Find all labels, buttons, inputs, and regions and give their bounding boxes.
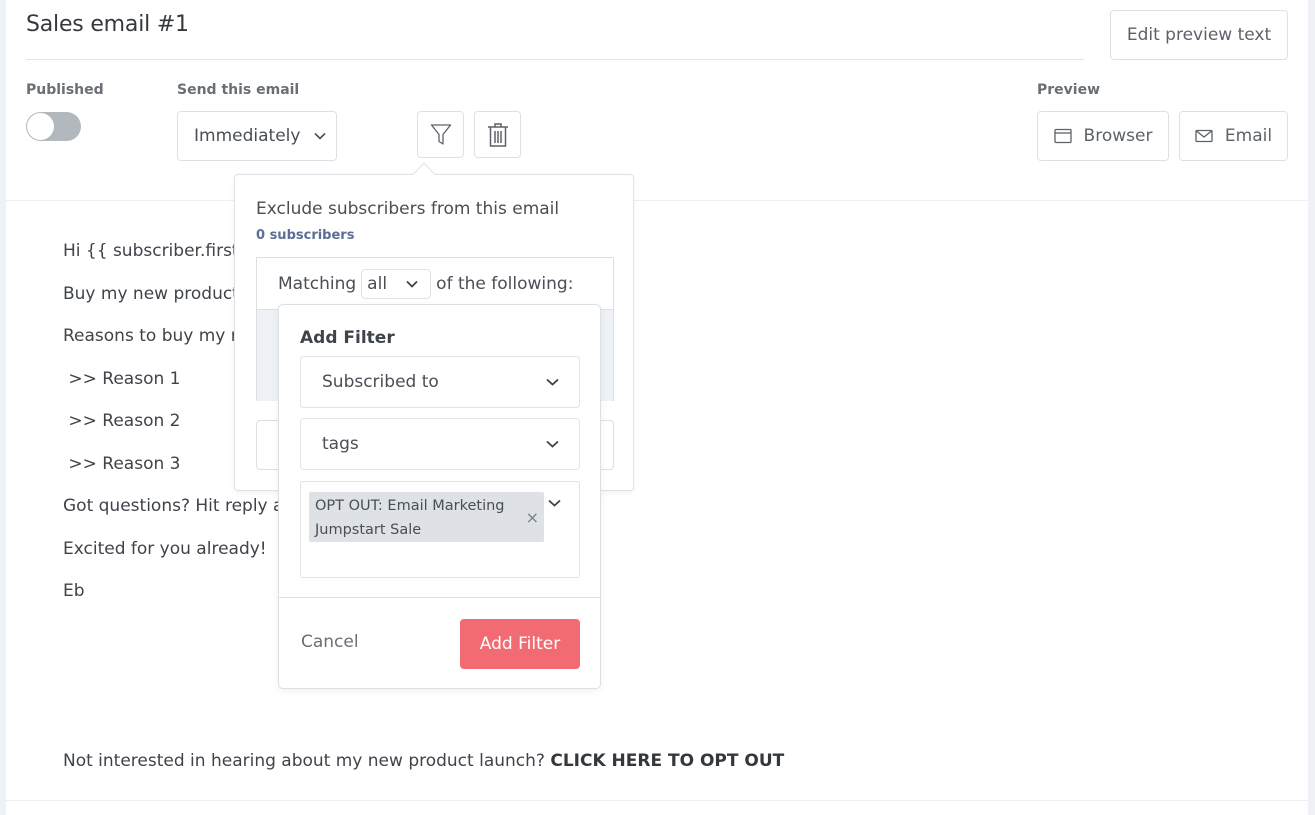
preview-label: Preview [1037, 82, 1101, 98]
chevron-down-icon [314, 132, 327, 140]
published-toggle[interactable] [26, 112, 81, 141]
cancel-button[interactable]: Cancel [301, 632, 359, 652]
filter-category-value: tags [322, 434, 359, 454]
selected-tag-chip: OPT OUT: Email Marketing Jumpstart Sale … [309, 492, 544, 542]
add-filter-submit-button[interactable]: Add Filter [460, 619, 580, 669]
delete-button[interactable] [474, 111, 521, 158]
add-filter-divider [279, 597, 600, 598]
send-this-email-label: Send this email [177, 82, 300, 98]
email-line: >> Reason 2 [63, 411, 181, 431]
email-line: >> Reason 1 [63, 369, 181, 389]
send-timing-value: Immediately [194, 126, 301, 146]
chevron-down-icon [406, 280, 418, 288]
email-line: >> Reason 3 [63, 454, 181, 474]
tag-multiselect[interactable]: OPT OUT: Email Marketing Jumpstart Sale … [300, 481, 580, 578]
email-line: Excited for you already! [63, 539, 267, 559]
footer-divider [6, 800, 1308, 801]
preview-browser-button[interactable]: Browser [1037, 111, 1169, 161]
chevron-down-icon[interactable] [548, 499, 561, 507]
email-line: Got questions? Hit reply ar [63, 496, 291, 516]
email-line: Eb [63, 581, 85, 601]
matching-mode-select[interactable]: all [361, 268, 432, 299]
chevron-down-icon [546, 378, 559, 386]
edit-preview-text-button[interactable]: Edit preview text [1110, 10, 1288, 60]
matching-prefix: Matching [278, 273, 357, 294]
filter-type-select[interactable]: Subscribed to [300, 356, 580, 408]
header-divider [6, 200, 1308, 201]
filter-button[interactable] [417, 111, 464, 158]
preview-email-button[interactable]: Email [1179, 111, 1288, 161]
browser-label: Browser [1083, 126, 1153, 146]
email-editor-page: Sales email #1 Edit preview text Publish… [6, 0, 1308, 815]
email-line: Reasons to buy my ne [63, 326, 252, 346]
matching-suffix: of the following: [436, 273, 574, 294]
envelope-icon [1195, 129, 1213, 143]
filter-icon [430, 123, 451, 145]
matching-row: Matching all of the following: [257, 258, 613, 309]
optout-line: Not interested in hearing about my new p… [63, 751, 784, 771]
filter-type-value: Subscribed to [322, 372, 439, 392]
page-title: Sales email #1 [26, 12, 189, 37]
selected-tag-label: OPT OUT: Email Marketing Jumpstart Sale [315, 498, 505, 538]
matching-mode-value: all [367, 273, 388, 294]
trash-icon [487, 122, 508, 147]
add-filter-popup: Add Filter Subscribed to tags OPT OUT: E… [278, 304, 601, 689]
email-line: Buy my new product i [63, 284, 249, 304]
optout-prompt: Not interested in hearing about my new p… [63, 751, 551, 771]
add-filter-title: Add Filter [300, 328, 395, 348]
browser-window-icon [1053, 128, 1072, 144]
send-timing-select[interactable]: Immediately [177, 111, 337, 161]
optout-link[interactable]: CLICK HERE TO OPT OUT [550, 751, 784, 771]
email-line: Hi {{ subscriber.first_n [63, 241, 258, 261]
filter-category-select[interactable]: tags [300, 418, 580, 470]
email-label: Email [1224, 126, 1273, 146]
popover-title: Exclude subscribers from this email [256, 199, 560, 219]
subscriber-count: 0 subscribers [256, 228, 355, 243]
title-divider [26, 59, 1084, 60]
remove-tag-icon[interactable]: × [526, 506, 539, 530]
published-label: Published [26, 82, 104, 98]
toggle-knob [27, 113, 54, 140]
chevron-down-icon [546, 440, 559, 448]
